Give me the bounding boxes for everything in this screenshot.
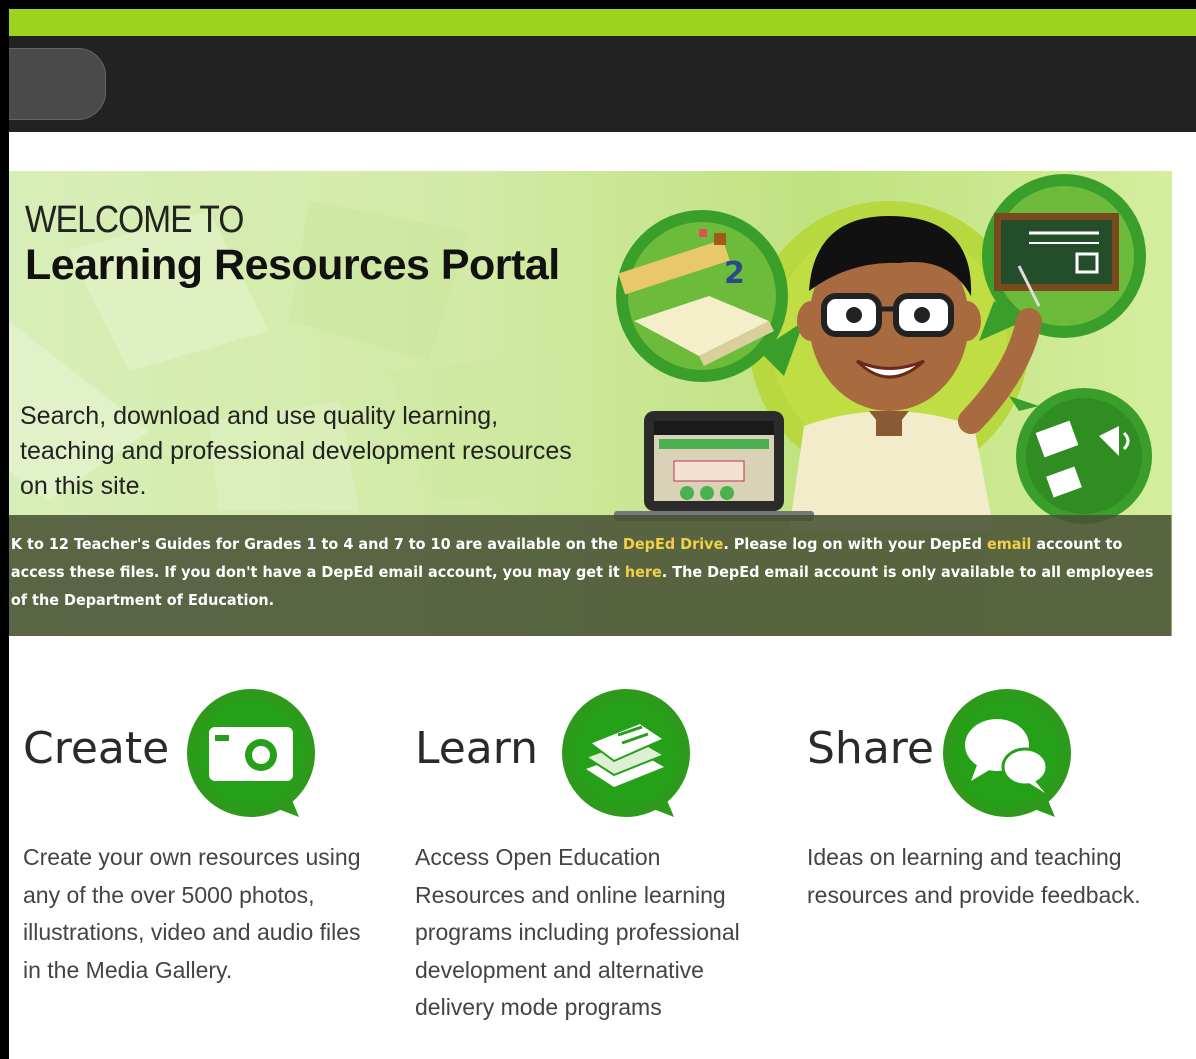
feature-desc-create: Create your own resources using any of t… — [23, 844, 361, 983]
notice-text-2: . Please log on with your DepEd — [723, 535, 987, 553]
welcome-heading: WELCOME TO — [25, 199, 244, 241]
nav-menu-button[interactable] — [9, 48, 106, 120]
svg-text:2: 2 — [724, 256, 745, 291]
top-accent-bar — [9, 9, 1196, 36]
hero-banner: WELCOME TO Learning Resources Portal Sea… — [9, 171, 1172, 636]
feature-create: Create Create your own resources using a… — [9, 689, 389, 983]
navigation-bar — [9, 36, 1196, 132]
deped-drive-link[interactable]: DepEd Drive — [623, 535, 723, 553]
feature-share: Share Ideas on learning and teaching res… — [793, 689, 1173, 908]
page-frame: WELCOME TO Learning Resources Portal Sea… — [0, 0, 1196, 1059]
feature-learn: Learn Access Open Education Resources an… — [401, 689, 781, 1020]
feature-share-header[interactable]: Share — [793, 689, 1173, 829]
books-icon[interactable] — [556, 689, 696, 829]
feature-desc-learn: Access Open Education Resources and onli… — [415, 844, 740, 1020]
banner-tagline: Search, download and use quality learnin… — [20, 402, 572, 500]
here-link[interactable]: here — [625, 563, 662, 581]
camera-icon[interactable] — [181, 689, 321, 829]
chalkboard-bubble-icon — [979, 174, 1146, 341]
feature-title-learn[interactable]: Learn — [415, 723, 538, 774]
teacher-illustration: 2 — [614, 174, 1152, 531]
feature-desc-share: Ideas on learning and teaching resources… — [807, 844, 1141, 908]
laptop-icon — [614, 411, 814, 521]
book-bubble-icon: 2 — [616, 210, 804, 382]
portal-title: Learning Resources Portal — [25, 241, 560, 289]
announcement-bar: K to 12 Teacher's Guides for Grades 1 to… — [9, 515, 1172, 636]
feature-title-share[interactable]: Share — [807, 723, 934, 774]
email-link[interactable]: email — [987, 535, 1031, 553]
chat-bubbles-icon[interactable] — [937, 689, 1077, 829]
feature-create-header[interactable]: Create — [9, 689, 389, 829]
notice-text-1: K to 12 Teacher's Guides for Grades 1 to… — [10, 535, 623, 553]
media-bubble-icon — [1009, 388, 1152, 524]
feature-title-create[interactable]: Create — [23, 723, 169, 774]
feature-learn-header[interactable]: Learn — [401, 689, 781, 829]
